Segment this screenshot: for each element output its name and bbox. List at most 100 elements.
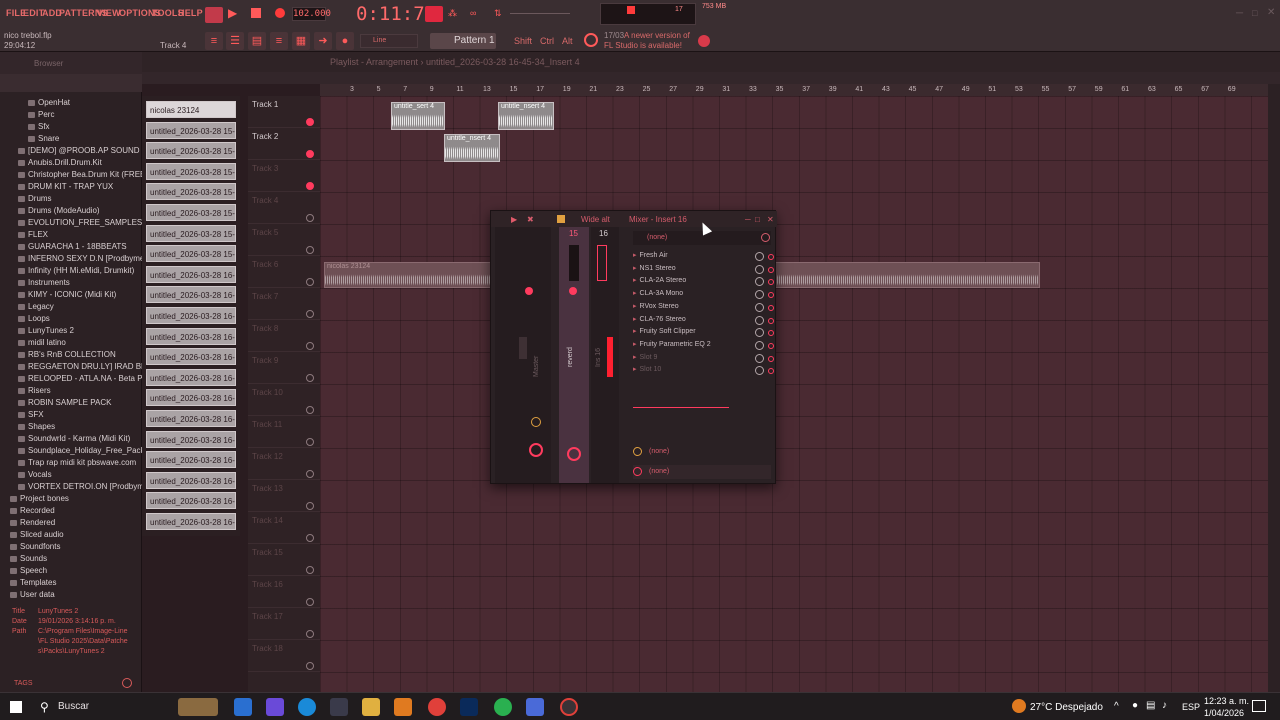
track-mute-led[interactable]	[306, 598, 314, 606]
photoshop-icon[interactable]	[460, 698, 478, 716]
network-icon[interactable]: ▤	[1146, 700, 1155, 711]
track-header[interactable]: Track 18	[248, 640, 320, 672]
picker-sample[interactable]: untitled_2026-03-28 16-...	[146, 430, 236, 448]
browser-item[interactable]: INFERNO SEXY D.N [Prodbymed]	[0, 254, 142, 266]
track-mute-led[interactable]	[306, 502, 314, 510]
track-header[interactable]: Track 11	[248, 416, 320, 448]
track-header[interactable]: Track 2	[248, 128, 320, 160]
update-hint-line1[interactable]: A newer version of	[624, 31, 690, 40]
track-header[interactable]: Track 5	[248, 224, 320, 256]
picker-sample[interactable]: untitled_2026-03-28 15-...	[146, 121, 236, 139]
slot-enable-led[interactable]	[768, 254, 774, 260]
effect-slot[interactable]: ▸ NS1 Stereo	[633, 264, 774, 276]
slot-mix-knob[interactable]	[755, 264, 764, 274]
picker-sample[interactable]: untitled_2026-03-28 16-...	[146, 492, 236, 510]
fl-studio-icon[interactable]	[394, 698, 412, 716]
slot-mix-knob[interactable]	[755, 328, 764, 338]
copilot-icon[interactable]	[266, 698, 284, 716]
timeline-ruler[interactable]: 3 5 7 9 11 13 15 17 19 21 23 25 27 29 31 33 35 37 39 41 43 45…	[320, 84, 1268, 96]
track-mute-led[interactable]	[306, 278, 314, 286]
insert-strip-15[interactable]: 15 reverd	[559, 227, 589, 483]
input-selector[interactable]: (none)	[633, 465, 771, 479]
preset-menu-icon[interactable]	[761, 233, 770, 242]
tempo-display[interactable]: 102.000	[292, 7, 331, 21]
track-mute-led[interactable]	[306, 214, 314, 222]
browser-item[interactable]: Instruments	[0, 278, 142, 290]
menu-help[interactable]: HELP	[178, 8, 203, 18]
slot-enable-led[interactable]	[768, 355, 774, 362]
track-mute-led[interactable]	[306, 630, 314, 638]
picker-sample[interactable]: nicolas 23124	[146, 101, 236, 118]
taskbar-search[interactable]: Buscar	[58, 701, 89, 712]
chrome-icon[interactable]	[428, 698, 446, 716]
snap-dropdown[interactable]: Line	[360, 34, 418, 48]
track-mute-led[interactable]	[306, 406, 314, 414]
track-mute-led[interactable]	[306, 534, 314, 542]
volume-icon[interactable]: ♪	[1162, 700, 1167, 711]
effect-slot[interactable]: ▸ CLA-76 Stereo	[633, 315, 774, 327]
track-header[interactable]: Track 10	[248, 384, 320, 416]
track-header[interactable]: Track 8	[248, 320, 320, 352]
slot-enable-led[interactable]	[768, 292, 774, 299]
picker-sample[interactable]: untitled_2026-03-28 16-...	[146, 451, 236, 469]
clock-time[interactable]: 12:23 a. m.	[1204, 696, 1249, 706]
track-header[interactable]: Track 14	[248, 512, 320, 544]
browser-item[interactable]: OpenHat	[0, 98, 142, 110]
send-knob[interactable]	[567, 447, 581, 461]
track-mute-led[interactable]	[306, 470, 314, 478]
window-close-icon[interactable]: ✕	[1267, 7, 1275, 18]
track-header[interactable]: Track 7	[248, 288, 320, 320]
browser-item[interactable]: Trap rap midi kit pbswave.com	[0, 458, 142, 470]
vertical-scrollbar[interactable]	[1268, 84, 1280, 692]
effect-slot[interactable]: ▸ Slot 9	[633, 353, 774, 365]
effect-slot[interactable]: ▸ Fruity Parametric EQ 2	[633, 340, 774, 352]
clock-date[interactable]: 1/04/2026	[1204, 708, 1244, 718]
tray-chevron-icon[interactable]: ^	[1114, 701, 1119, 712]
browser-item[interactable]: KIMY - ICONIC (Midi Kit)	[0, 290, 142, 302]
slot-mix-knob[interactable]	[755, 302, 764, 312]
mic-tray-icon[interactable]: ●	[1132, 700, 1138, 711]
browser-item[interactable]: Vocals	[0, 470, 142, 482]
app-v-icon[interactable]	[526, 698, 544, 716]
browser-item[interactable]: SFX	[0, 410, 142, 422]
audio-clip[interactable]: untitle_nsert 4	[498, 102, 554, 130]
picker-sample[interactable]: untitled_2026-03-28 15-...	[146, 204, 236, 221]
effect-slot[interactable]: ▸ CLA-3A Mono	[633, 289, 774, 301]
effect-slot[interactable]: ▸ CLA-2A Stereo	[633, 276, 774, 288]
browser-item[interactable]: Loops	[0, 314, 142, 326]
taskbar-search-icon[interactable]: ⚲	[40, 700, 49, 714]
pan-knob[interactable]	[531, 417, 541, 427]
track-mute-led[interactable]	[306, 438, 314, 446]
mixer-preset[interactable]: Wide alt	[581, 215, 610, 224]
browser-item[interactable]: User data	[0, 590, 142, 602]
notifications-icon[interactable]	[1252, 700, 1266, 712]
picker-sample[interactable]: untitled_2026-03-28 16-...	[146, 471, 236, 489]
playlist-grid[interactable]: untitle_sert 4 untitle_nsert 4 untitle_n…	[320, 96, 1268, 692]
browser-item[interactable]: Snare	[0, 134, 142, 146]
slot-mix-knob[interactable]	[755, 366, 764, 376]
slot-enable-led[interactable]	[768, 342, 774, 349]
picker-sample[interactable]: untitled_2026-03-28 16-...	[146, 265, 236, 283]
arrow-right-icon[interactable]: ➜	[314, 32, 332, 50]
list-icon[interactable]: ☰	[226, 32, 244, 50]
play-icon[interactable]: ▶	[228, 6, 237, 20]
edge-icon[interactable]	[298, 698, 316, 716]
effect-slot[interactable]: ▸ RVox Stereo	[633, 302, 774, 314]
mixer-minimize-icon[interactable]: ─	[745, 215, 751, 224]
effect-slot[interactable]: ▸ Slot 10	[633, 365, 774, 377]
browser-item[interactable]: Recorded	[0, 506, 142, 518]
fader[interactable]	[519, 337, 527, 359]
window-maximize-icon[interactable]: □	[1252, 8, 1257, 18]
track-header[interactable]: Track 4	[248, 192, 320, 224]
picker-sample[interactable]: untitled_2026-03-28 15-...	[146, 245, 236, 263]
slot-enable-led[interactable]	[768, 317, 774, 324]
stop-icon[interactable]	[251, 8, 261, 18]
channel-icon[interactable]: ▦	[292, 32, 310, 50]
track-mute-led[interactable]	[306, 342, 314, 350]
browser-item[interactable]: Drums	[0, 194, 142, 206]
picker-sample[interactable]: untitled_2026-03-28 16-...	[146, 368, 236, 386]
picker-sample[interactable]: untitled_2026-03-28 16-...	[146, 286, 236, 304]
mixer-menu-icon[interactable]: ▶	[511, 215, 517, 224]
track-header[interactable]: Track 12	[248, 448, 320, 480]
picker-sample[interactable]: untitled_2026-03-28 16-...	[146, 389, 236, 407]
